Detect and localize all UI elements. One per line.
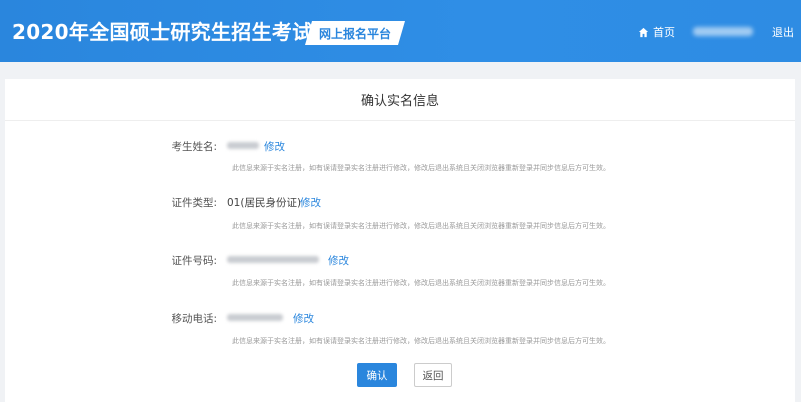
top-header: 2020年全国硕士研究生招生考试 网上报名平台 首页 退出	[0, 0, 801, 62]
field-value-id-type: 01(居民身份证)	[227, 197, 302, 209]
confirm-button[interactable]: 确认	[357, 363, 397, 387]
field-label-name: 考生姓名:	[171, 141, 217, 153]
field-value-mobile-redacted	[227, 314, 283, 321]
field-note-name: 此信息来源于实名注册，如有误请登录实名注册进行修改，修改后退出系统且关闭浏览器重…	[232, 164, 610, 172]
field-label-id-type: 证件类型:	[171, 197, 217, 209]
field-label-mobile: 移动电话:	[171, 313, 217, 325]
field-value-name-redacted	[227, 142, 259, 149]
home-link[interactable]: 首页	[638, 24, 675, 40]
back-button[interactable]: 返回	[414, 363, 452, 387]
home-label: 首页	[653, 26, 675, 39]
site-title: 2020年全国硕士研究生招生考试	[12, 20, 313, 44]
field-label-id-number: 证件号码:	[171, 255, 217, 267]
edit-id-type-link[interactable]: 修改	[300, 195, 321, 210]
edit-mobile-link[interactable]: 修改	[293, 311, 314, 326]
field-note-id-number: 此信息来源于实名注册，如有误请登录实名注册进行修改，修改后退出系统且关闭浏览器重…	[232, 279, 610, 287]
field-note-mobile: 此信息来源于实名注册，如有误请登录实名注册进行修改，修改后退出系统且关闭浏览器重…	[232, 337, 610, 345]
user-name-redacted	[693, 27, 753, 36]
field-value-id-number-redacted	[227, 256, 319, 263]
home-icon	[638, 27, 649, 38]
field-note-id-type: 此信息来源于实名注册，如有误请登录实名注册进行修改，修改后退出系统且关闭浏览器重…	[232, 222, 610, 230]
platform-tag: 网上报名平台	[305, 21, 405, 45]
identity-confirm-card: 确认实名信息 考生姓名: 修改 此信息来源于实名注册，如有误请登录实名注册进行修…	[5, 79, 795, 402]
card-title: 确认实名信息	[5, 79, 795, 121]
logout-link[interactable]: 退出	[772, 24, 794, 40]
edit-name-link[interactable]: 修改	[264, 139, 285, 154]
edit-id-number-link[interactable]: 修改	[328, 253, 349, 268]
